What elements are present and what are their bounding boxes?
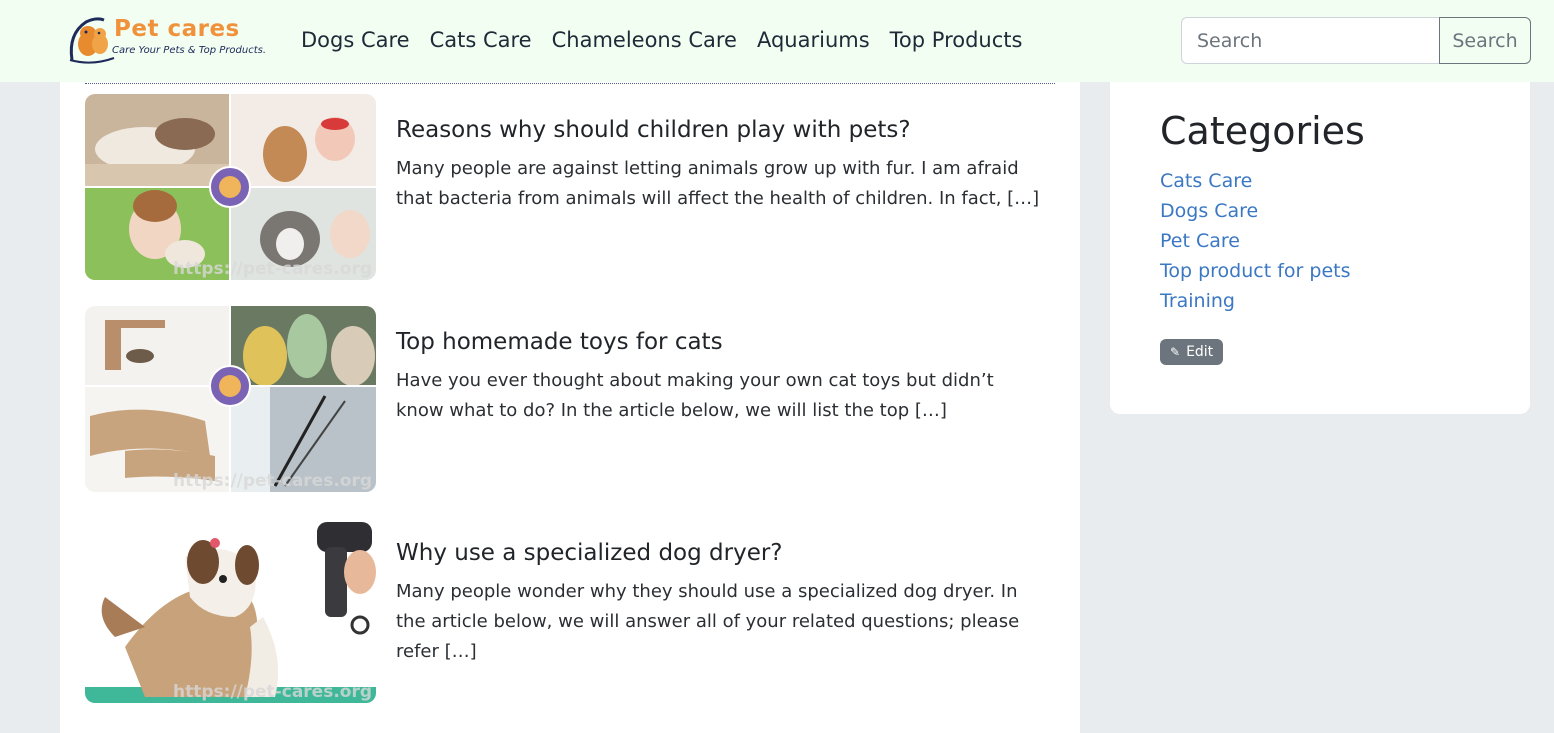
pencil-icon: ✎	[1170, 345, 1181, 359]
post-title[interactable]: Why use a specialized dog dryer?	[396, 539, 783, 567]
pet-logo-icon	[69, 17, 115, 64]
category-item: Pet Care	[1160, 226, 1350, 256]
post-card: https://pet-cares.org Reasons why should…	[85, 94, 1045, 280]
post-excerpt: Have you ever thought about making your …	[396, 370, 994, 421]
post-thumbnail-image: https://pet-cares.org	[85, 517, 376, 703]
nav-item-aquariums[interactable]: Aquariums	[757, 26, 870, 54]
category-item: Top product for pets	[1160, 256, 1350, 286]
top-navbar: Pet cares Care Your Pets & Top Products.…	[0, 0, 1554, 82]
category-item: Dogs Care	[1160, 196, 1350, 226]
categories-widget: Categories Cats Care Dogs Care Pet Care …	[1110, 60, 1530, 414]
post-thumbnail[interactable]: https://pet-cares.org	[85, 306, 376, 492]
post-excerpt: Many people are against letting animals …	[396, 158, 1040, 209]
category-link-dogs-care[interactable]: Dogs Care	[1160, 200, 1258, 222]
post-title[interactable]: Reasons why should children play with pe…	[396, 116, 911, 144]
edit-label: Edit	[1186, 344, 1214, 360]
nav-item-top-products[interactable]: Top Products	[890, 26, 1023, 54]
search-form: Search	[1181, 17, 1531, 64]
category-link-cats-care[interactable]: Cats Care	[1160, 170, 1252, 192]
search-input[interactable]	[1181, 17, 1439, 64]
nav-item-chameleons-care[interactable]: Chameleons Care	[552, 26, 737, 54]
svg-text:https://pet-cares.org: https://pet-cares.org	[173, 471, 372, 491]
post-thumbnail[interactable]: https://pet-cares.org	[85, 517, 376, 703]
nav-item-dogs-care[interactable]: Dogs Care	[301, 26, 410, 54]
post-card: https://pet-cares.org Why use a speciali…	[85, 517, 1045, 703]
category-link-training[interactable]: Training	[1160, 290, 1235, 312]
post-thumbnail-image: https://pet-cares.org	[85, 94, 376, 280]
main-content: https://pet-cares.org Reasons why should…	[60, 0, 1080, 733]
category-item: Cats Care	[1160, 166, 1350, 196]
categories-title: Categories	[1160, 109, 1365, 153]
main-nav: Dogs Care Cats Care Chameleons Care Aqua…	[301, 26, 1022, 54]
divider	[85, 83, 1055, 84]
post-excerpt: Many people wonder why they should use a…	[396, 581, 1020, 662]
post-card: https://pet-cares.org Top homemade toys …	[85, 306, 1045, 492]
edit-button[interactable]: ✎ Edit	[1160, 339, 1224, 365]
category-item: Training	[1160, 286, 1350, 316]
post-title[interactable]: Top homemade toys for cats	[396, 328, 723, 356]
post-thumbnail-image: https://pet-cares.org	[85, 306, 376, 492]
category-list: Cats Care Dogs Care Pet Care Top product…	[1160, 166, 1350, 316]
search-button[interactable]: Search	[1439, 17, 1531, 64]
svg-text:https://pet-cares.org: https://pet-cares.org	[173, 259, 372, 279]
category-link-pet-care[interactable]: Pet Care	[1160, 230, 1240, 252]
site-logo[interactable]: Pet cares Care Your Pets & Top Products.	[66, 14, 266, 66]
brand-tagline: Care Your Pets & Top Products.	[112, 45, 267, 56]
category-link-top-product[interactable]: Top product for pets	[1160, 260, 1350, 282]
nav-item-cats-care[interactable]: Cats Care	[430, 26, 532, 54]
svg-text:https://pet-cares.org: https://pet-cares.org	[173, 682, 372, 702]
brand-name: Pet cares	[114, 16, 240, 42]
post-thumbnail[interactable]: https://pet-cares.org	[85, 94, 376, 280]
